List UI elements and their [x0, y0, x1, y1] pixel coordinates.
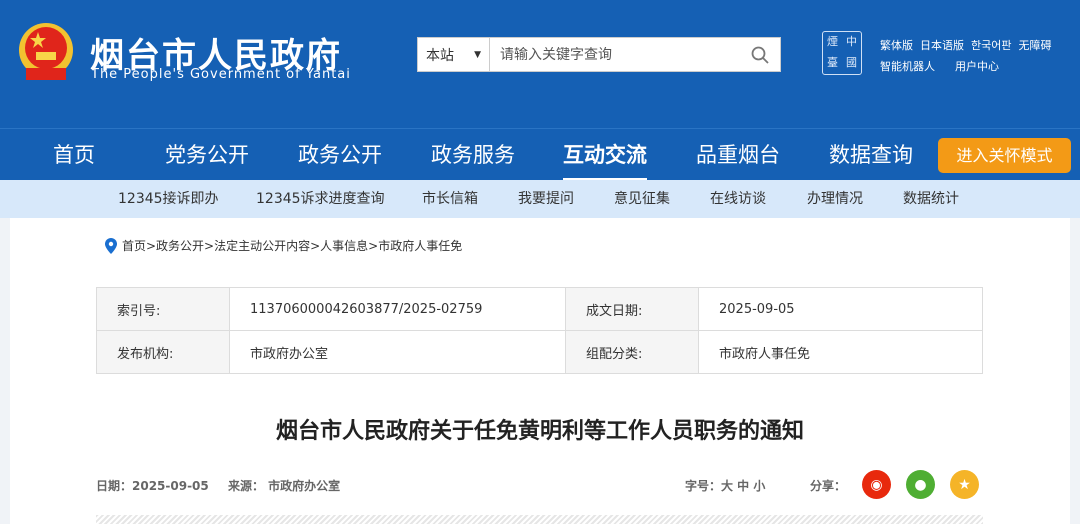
breadcrumb: 首页>政务公开>法定主动公开内容>人事信息>市政府人事任免	[105, 237, 462, 254]
link-japanese[interactable]: 日本语版	[920, 39, 964, 52]
nav-government-affairs[interactable]: 政务公开	[298, 129, 382, 181]
table-row: 发布机构: 市政府办公室 组配分类: 市政府人事任免	[96, 330, 983, 374]
font-size-controls[interactable]: 字号：大 中 小	[685, 477, 765, 494]
wechat-share-icon[interactable]: ●	[906, 470, 935, 499]
seal-char: 臺	[827, 56, 838, 69]
index-value: 113706000042603877/2025-02759	[229, 287, 566, 331]
search-input[interactable]	[490, 46, 740, 63]
subnav-item[interactable]: 办理情况	[807, 180, 863, 218]
date-value: 2025-09-05	[698, 287, 983, 331]
search-scope-label: 本站	[426, 47, 454, 64]
care-mode-button[interactable]: 进入关怀模式	[938, 138, 1071, 173]
breadcrumb-path[interactable]: 首页>政务公开>法定主动公开内容>人事信息>市政府人事任免	[122, 237, 462, 254]
category-label: 组配分类:	[565, 330, 699, 374]
org-value: 市政府办公室	[229, 330, 566, 374]
sub-nav: 12345接诉即办 12345诉求进度查询 市长信箱 我要提问 意见征集 在线访…	[0, 180, 1080, 218]
subnav-item[interactable]: 我要提问	[518, 180, 574, 218]
link-accessibility[interactable]: 无障碍	[1018, 39, 1051, 52]
subnav-item[interactable]: 市长信箱	[422, 180, 478, 218]
date-label: 成文日期:	[565, 287, 699, 331]
index-label: 索引号:	[96, 287, 230, 331]
nav-interaction[interactable]: 互动交流	[563, 129, 647, 181]
nav-government-services[interactable]: 政务服务	[431, 129, 515, 181]
source: 来源： 市政府办公室	[228, 479, 341, 493]
dropdown-arrow-icon: ▼	[474, 49, 481, 60]
link-korean[interactable]: 한국어판	[971, 39, 1011, 52]
search-bar: 本站 ▼	[417, 37, 781, 72]
link-robot[interactable]: 智能机器人	[880, 60, 935, 73]
subnav-item[interactable]: 数据统计	[903, 180, 959, 218]
header: 烟台市人民政府 The People's Government of Yanta…	[0, 0, 1080, 128]
subnav-item[interactable]: 12345接诉即办	[118, 180, 219, 218]
search-icon[interactable]	[740, 46, 780, 64]
divider	[96, 515, 983, 524]
search-scope-select[interactable]: 本站 ▼	[418, 38, 490, 71]
location-pin-icon	[105, 237, 117, 254]
site-subtitle: The People's Government of Yantai	[91, 67, 351, 82]
main-nav: 首页 党务公开 政务公开 政务服务 互动交流 品重烟台 数据查询 进入关怀模式	[0, 128, 1080, 181]
weibo-share-icon[interactable]: ◉	[862, 470, 891, 499]
subnav-item[interactable]: 12345诉求进度查询	[256, 180, 385, 218]
org-label: 发布机构:	[96, 330, 230, 374]
link-user-center[interactable]: 用户中心	[955, 60, 999, 73]
share-label: 分享：	[810, 479, 847, 493]
nav-party-affairs[interactable]: 党务公开	[165, 129, 249, 181]
seal-char: 國	[846, 56, 857, 69]
subnav-item[interactable]: 在线访谈	[710, 180, 766, 218]
yantai-china-seal-logo: 煙中臺國	[822, 31, 862, 75]
nav-home[interactable]: 首页	[53, 129, 95, 181]
publish-date: 日期：2025-09-05	[96, 479, 209, 493]
document-title: 烟台市人民政府关于任免黄明利等工作人员职务的通知	[275, 419, 804, 444]
nav-data-query[interactable]: 数据查询	[829, 129, 913, 181]
seal-char: 煙	[827, 35, 838, 48]
subnav-item[interactable]: 意见征集	[614, 180, 670, 218]
favorite-star-icon[interactable]: ★	[950, 470, 979, 499]
category-value: 市政府人事任免	[698, 330, 983, 374]
link-traditional[interactable]: 繁体版	[880, 39, 913, 52]
top-links: 繁体版 日本语版 한국어판 无障碍 智能机器人 用户中心	[880, 35, 1058, 77]
table-row: 索引号: 113706000042603877/2025-02759 成文日期: 20…	[96, 287, 983, 331]
document-info-table: 索引号: 113706000042603877/2025-02759 成文日期: 20…	[96, 287, 983, 374]
seal-char: 中	[846, 35, 857, 48]
national-emblem-icon	[19, 23, 73, 80]
nav-yantai[interactable]: 品重烟台	[696, 129, 780, 181]
